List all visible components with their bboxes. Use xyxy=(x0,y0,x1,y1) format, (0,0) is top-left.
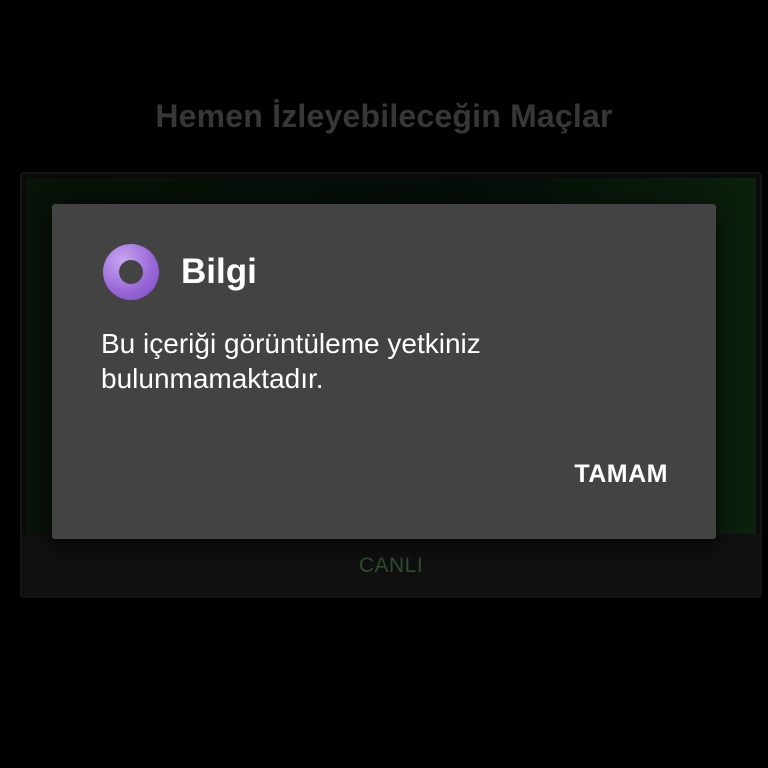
info-dialog: Bilgi Bu içeriği görüntüleme yetkiniz bu… xyxy=(52,204,716,539)
dialog-title: Bilgi xyxy=(181,252,257,291)
dialog-header: Bilgi xyxy=(103,244,257,300)
app-ring-icon xyxy=(103,244,159,300)
screen: Hemen İzleyebileceğin Maçlar CANLI Bilgi… xyxy=(0,0,768,768)
ok-button[interactable]: TAMAM xyxy=(574,454,668,495)
dialog-message: Bu içeriği görüntüleme yetkiniz bulunmam… xyxy=(101,328,481,394)
